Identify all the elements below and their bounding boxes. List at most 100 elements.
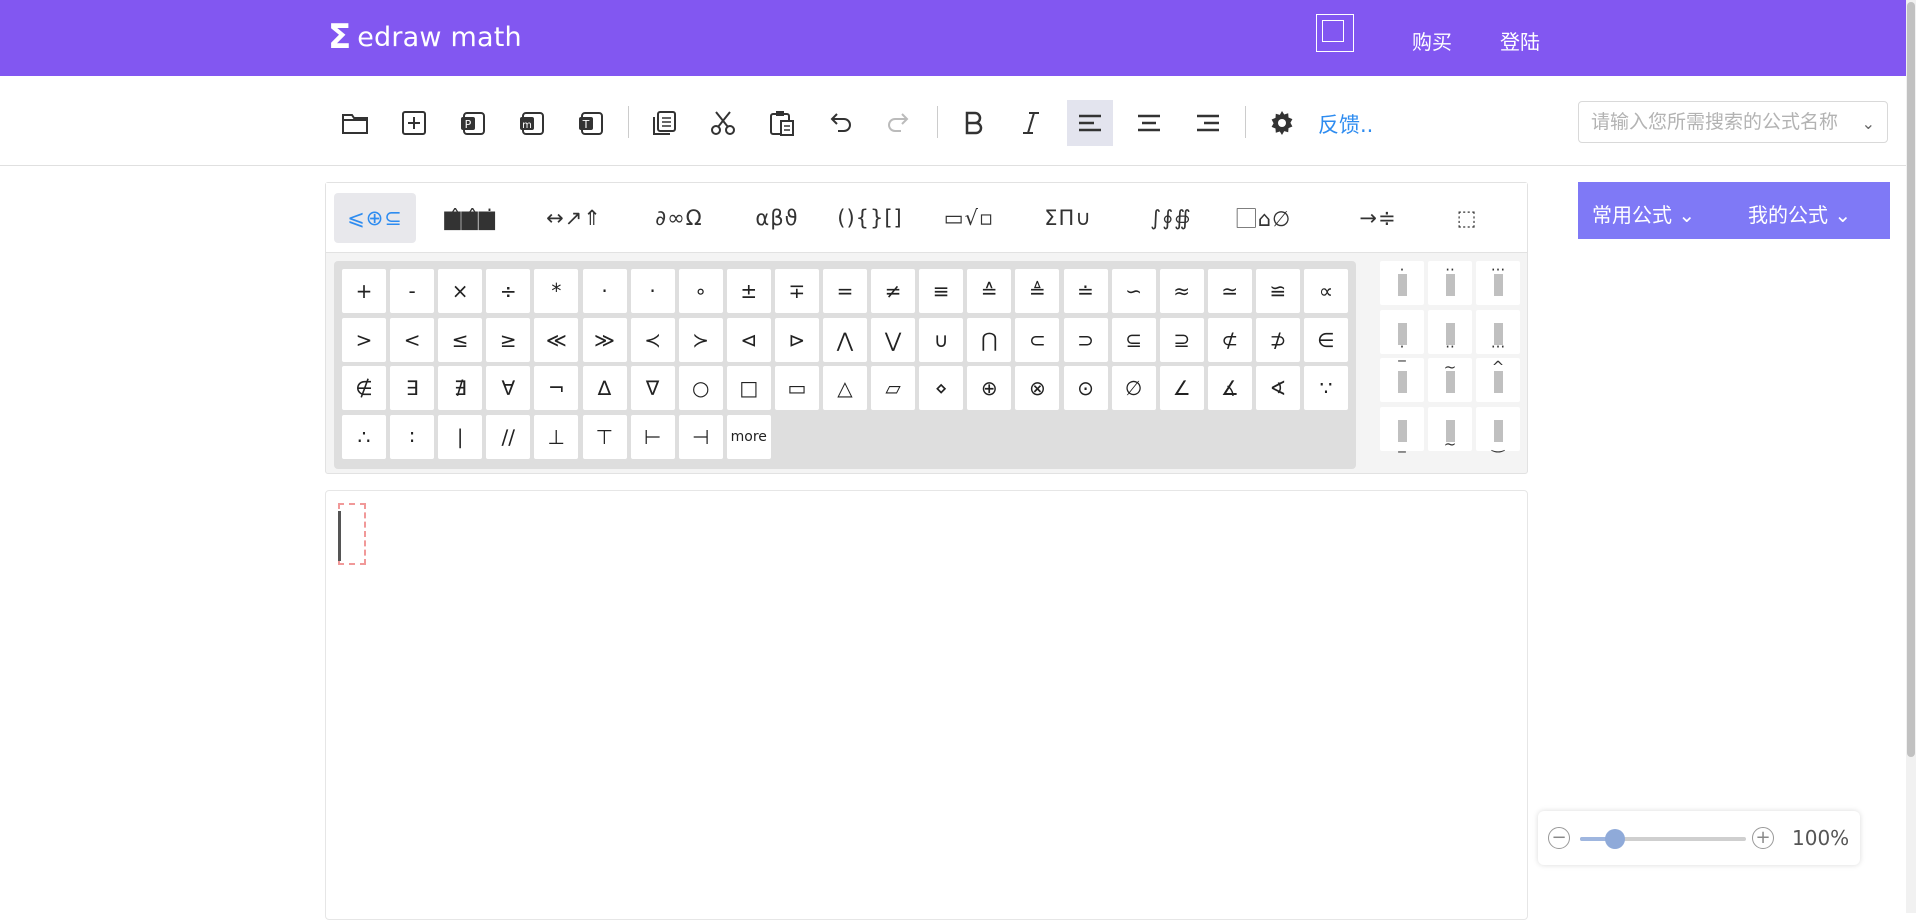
symbol-button[interactable]: □: [726, 366, 771, 410]
symbol-button[interactable]: >: [342, 317, 386, 362]
symbol-button[interactable]: ∢: [1255, 366, 1300, 410]
symbol-button[interactable]: ∀: [486, 366, 531, 410]
symbol-tab-12[interactable]: ⬚: [1438, 193, 1496, 243]
export-m-button[interactable]: m: [509, 100, 555, 146]
symbol-button[interactable]: ±: [726, 269, 771, 313]
symbol-button[interactable]: =: [823, 269, 867, 313]
symbol-tab-7[interactable]: ▭√▫: [924, 193, 1014, 243]
symbol-button[interactable]: ≃: [1207, 269, 1252, 313]
accent-template-button[interactable]: ··: [1428, 309, 1472, 354]
zoom-out-button[interactable]: −: [1548, 827, 1570, 849]
feedback-link[interactable]: 反馈..: [1318, 109, 1373, 139]
align-left-button[interactable]: [1067, 100, 1113, 146]
symbol-button[interactable]: ≺: [630, 317, 675, 362]
zoom-in-button[interactable]: +: [1752, 827, 1774, 849]
symbol-button[interactable]: ≜: [1015, 269, 1060, 313]
logo[interactable]: Σ edraw math: [328, 20, 522, 54]
symbol-button[interactable]: ∓: [774, 269, 819, 313]
symbol-tab-4[interactable]: ∂∞Ω: [634, 193, 724, 243]
symbol-tab-3[interactable]: ↔↗⇑: [526, 193, 622, 243]
symbol-button[interactable]: ⊅: [1255, 317, 1300, 362]
symbol-button[interactable]: ⊢: [630, 414, 675, 459]
zoom-slider-handle[interactable]: [1604, 829, 1625, 849]
symbol-button[interactable]: ∠: [1159, 366, 1204, 410]
common-formulas-dropdown[interactable]: 常用公式 ⌄: [1592, 199, 1695, 228]
new-file-button[interactable]: [391, 100, 437, 146]
page-scrollbar-thumb[interactable]: [1907, 2, 1915, 757]
formula-search[interactable]: ⌄: [1578, 101, 1888, 143]
symbol-button[interactable]: ∵: [1304, 366, 1348, 410]
symbol-button[interactable]: ⋂: [967, 317, 1012, 362]
symbol-button[interactable]: ≠: [871, 269, 916, 313]
copy-button[interactable]: [641, 100, 687, 146]
symbol-button[interactable]: ⋄: [919, 366, 964, 410]
accent-template-button[interactable]: ~: [1428, 358, 1472, 402]
export-t-button[interactable]: T: [568, 100, 614, 146]
paste-button[interactable]: [759, 100, 805, 146]
my-formulas-dropdown[interactable]: 我的公式 ⌄: [1748, 199, 1851, 228]
symbol-button[interactable]: △: [823, 366, 867, 410]
symbol-button[interactable]: ∕∕: [486, 414, 531, 459]
symbol-button[interactable]: ∽: [1111, 269, 1156, 313]
italic-button[interactable]: [1008, 100, 1054, 146]
formula-editor[interactable]: [325, 490, 1528, 920]
accent-template-button[interactable]: ~: [1428, 406, 1472, 451]
symbol-button[interactable]: ⊤: [582, 414, 627, 459]
symbol-button[interactable]: ≪: [534, 317, 579, 362]
symbol-button[interactable]: ○: [678, 366, 723, 410]
symbol-button[interactable]: ⊙: [1063, 366, 1108, 410]
symbol-button[interactable]: ≥: [486, 317, 531, 362]
symbol-button[interactable]: ∉: [342, 366, 386, 410]
align-right-button[interactable]: [1185, 100, 1231, 146]
accent-template-button[interactable]: ^: [1476, 358, 1520, 402]
symbol-button[interactable]: ∣: [438, 414, 483, 459]
symbol-button[interactable]: ∶: [390, 414, 435, 459]
symbol-button[interactable]: ¬: [534, 366, 579, 410]
symbol-button[interactable]: ⊃: [1063, 317, 1108, 362]
symbol-tab-11[interactable]: →≑: [1330, 193, 1426, 243]
window-icon[interactable]: [1316, 14, 1354, 52]
symbol-button[interactable]: ⊗: [1015, 366, 1060, 410]
more-symbols-button[interactable]: more: [726, 414, 771, 459]
accent-template-button[interactable]: ·: [1380, 261, 1424, 305]
accent-template-button[interactable]: _: [1380, 406, 1424, 451]
symbol-tab-6[interactable]: (){}[]: [826, 193, 914, 243]
symbol-button[interactable]: +: [342, 269, 386, 313]
symbol-button[interactable]: ∇: [630, 366, 675, 410]
chevron-down-icon[interactable]: ⌄: [1862, 114, 1875, 133]
symbol-button[interactable]: ≫: [582, 317, 627, 362]
symbol-button[interactable]: ⊕: [967, 366, 1012, 410]
align-center-button[interactable]: [1126, 100, 1172, 146]
symbol-button[interactable]: ≌: [1255, 269, 1300, 313]
symbol-button[interactable]: ▱: [871, 366, 916, 410]
symbol-tab-5[interactable]: αβϑ: [736, 193, 818, 243]
symbol-button[interactable]: ⊥: [534, 414, 579, 459]
symbol-button[interactable]: ⊳: [774, 317, 819, 362]
symbol-button[interactable]: ÷: [486, 269, 531, 313]
symbol-button[interactable]: ≻: [678, 317, 723, 362]
symbol-button[interactable]: -: [390, 269, 435, 313]
symbol-tab-1[interactable]: ⩽⊕⊆: [334, 193, 416, 243]
symbol-button[interactable]: ⊄: [1207, 317, 1252, 362]
open-folder-button[interactable]: [332, 100, 378, 146]
accent-template-button[interactable]: ···: [1476, 261, 1520, 305]
symbol-button[interactable]: ⊂: [1015, 317, 1060, 362]
symbol-button[interactable]: ⋀: [823, 317, 867, 362]
symbol-button[interactable]: ×: [438, 269, 483, 313]
symbol-button[interactable]: ∆: [582, 366, 627, 410]
formula-search-input[interactable]: [1579, 102, 1847, 142]
symbol-button[interactable]: ∝: [1304, 269, 1348, 313]
input-placeholder-box[interactable]: [338, 503, 366, 565]
symbol-tab-2[interactable]: ▆̂▆̂▆̇: [426, 193, 514, 243]
login-link[interactable]: 登陆: [1500, 26, 1540, 55]
symbol-button[interactable]: ▭: [774, 366, 819, 410]
symbol-button[interactable]: ≙: [967, 269, 1012, 313]
symbol-button[interactable]: ∈: [1304, 317, 1348, 362]
symbol-button[interactable]: ∅: [1111, 366, 1156, 410]
symbol-tab-9[interactable]: ∫∮∯: [1126, 193, 1216, 243]
symbol-button[interactable]: ⋁: [871, 317, 916, 362]
symbol-button[interactable]: ∡: [1207, 366, 1252, 410]
symbol-button[interactable]: ∄: [438, 366, 483, 410]
symbol-button[interactable]: ≤: [438, 317, 483, 362]
symbol-button[interactable]: ⊇: [1159, 317, 1204, 362]
